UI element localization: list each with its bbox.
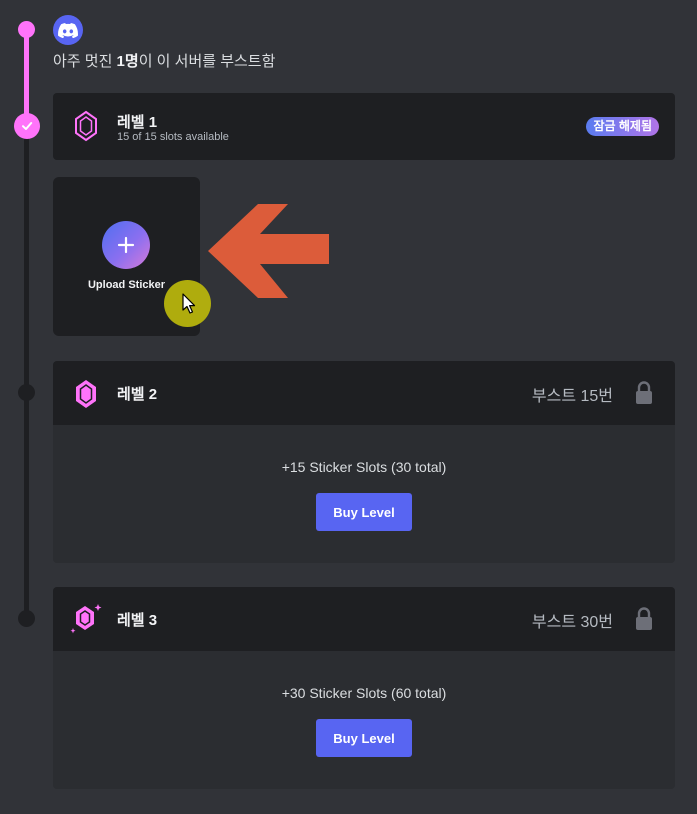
level-3-header: 레벨 3 부스트 30번 — [53, 587, 675, 651]
level-2-body: +15 Sticker Slots (30 total) Buy Level — [53, 425, 675, 563]
timeline-level-3-dot — [18, 610, 35, 627]
boost-count: 1명 — [116, 53, 139, 70]
timeline-progress-line — [24, 30, 29, 126]
left-arrow-icon — [208, 204, 329, 298]
level-3-title: 레벨 3 — [117, 612, 158, 629]
timeline-check-icon — [14, 113, 40, 139]
timeline-start-dot — [18, 21, 35, 38]
timeline-line — [24, 126, 29, 620]
boost-prefix: 아주 멋진 — [53, 53, 117, 70]
level-3-slots-text: +30 Sticker Slots (60 total) — [281, 685, 447, 701]
gem-icon — [76, 380, 96, 408]
mouse-pointer-icon — [182, 293, 196, 314]
buy-level-2-button[interactable]: Buy Level — [316, 493, 412, 531]
level-3-body: +30 Sticker Slots (60 total) Buy Level — [53, 651, 675, 789]
boost-status-text: 아주 멋진 1명이 이 서버를 부스트함 — [53, 50, 275, 71]
plus-icon — [102, 221, 150, 269]
gem-sparkle-icon — [70, 604, 102, 634]
discord-icon — [53, 15, 83, 45]
level-3-boost-requirement: 부스트 30번 — [531, 614, 613, 631]
level-1-title: 레벨 1 — [117, 114, 158, 131]
level-2-boost-requirement: 부스트 15번 — [531, 388, 613, 405]
unlocked-status-badge: 잠금 해제됨 — [586, 117, 659, 136]
lock-icon — [636, 607, 652, 630]
buy-level-3-button[interactable]: Buy Level — [316, 719, 412, 757]
level-2-title: 레벨 2 — [117, 386, 158, 403]
gem-outline-icon — [75, 110, 97, 142]
server-boost-sticker-panel: 아주 멋진 1명이 이 서버를 부스트함 레벨 1 15 of 15 slots… — [0, 0, 697, 814]
timeline-level-2-dot — [18, 384, 35, 401]
level-1-card: 레벨 1 15 of 15 slots available 잠금 해제됨 — [53, 93, 675, 160]
lock-icon — [636, 381, 652, 404]
boost-suffix: 이 이 서버를 부스트함 — [138, 53, 276, 70]
level-2-header: 레벨 2 부스트 15번 — [53, 361, 675, 425]
level-2-slots-text: +15 Sticker Slots (30 total) — [281, 459, 447, 475]
level-1-slots-available: 15 of 15 slots available — [117, 131, 229, 143]
